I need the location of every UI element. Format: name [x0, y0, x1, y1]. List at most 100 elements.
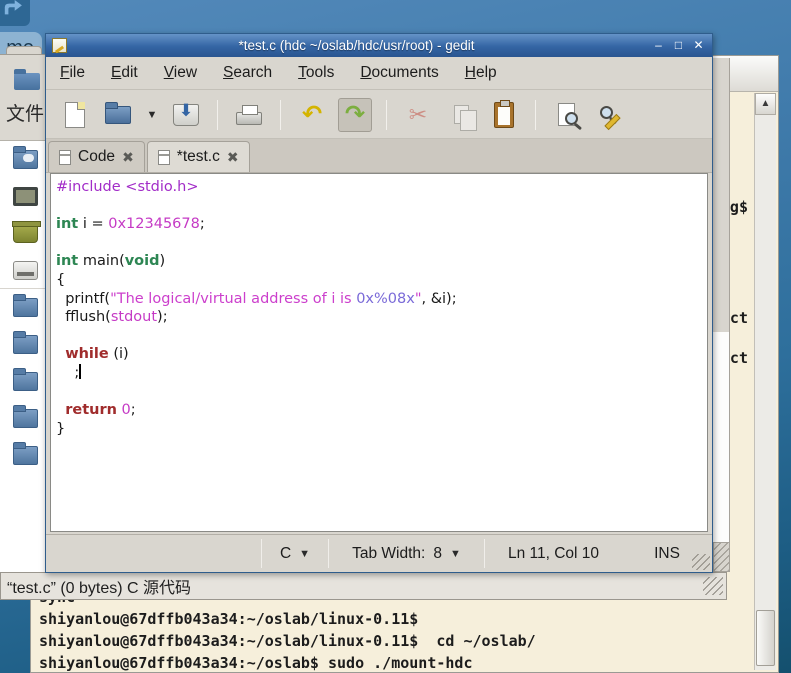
menu-help[interactable]: Help — [465, 64, 497, 82]
find-replace-button[interactable] — [593, 98, 627, 132]
terminal-line: shiyanlou@67dffb043a34:~/oslab/linux-0.1… — [39, 608, 752, 630]
code-line: fflush(stdout); — [56, 308, 707, 327]
code-line: ; — [56, 364, 707, 383]
close-button[interactable]: ✕ — [691, 34, 706, 57]
find-button[interactable] — [550, 98, 584, 132]
folder-icon — [13, 446, 38, 465]
menu-search[interactable]: Search — [223, 64, 272, 82]
file-manager-file-menu[interactable]: 文件 — [6, 99, 44, 126]
tab-label: *test.c — [177, 148, 220, 166]
cut-button[interactable]: ✂ — [401, 98, 435, 132]
folder-icon — [13, 372, 38, 391]
copy-button[interactable] — [444, 98, 478, 132]
new-document-icon — [65, 102, 85, 128]
sidebar-item[interactable]: 文 — [0, 252, 45, 289]
code-line — [56, 197, 707, 216]
code-line: printf("The logical/virtual address of i… — [56, 290, 707, 309]
menu-file[interactable]: File — [60, 64, 85, 82]
file-manager-window-edge — [713, 58, 730, 572]
gedit-statusbar: C ▼ Tab Width: 8 ▼ Ln 11, Col 10 INS — [46, 534, 712, 572]
sidebar-item[interactable]: D — [0, 326, 45, 363]
tab-label: Code — [78, 148, 115, 166]
folder-icon — [14, 73, 40, 90]
folder-icon — [13, 298, 38, 317]
gedit-titlebar[interactable]: *test.c (hdc ~/oslab/hdc/usr/root) - ged… — [46, 34, 712, 57]
language-value: C — [280, 545, 291, 563]
new-document-button[interactable] — [58, 98, 92, 132]
code-line: return 0; — [56, 401, 707, 420]
menu-edit[interactable]: Edit — [111, 64, 138, 82]
open-dropdown-button[interactable]: ▼ — [144, 98, 160, 132]
terminal-scrollbar-thumb[interactable] — [756, 610, 775, 666]
terminal-scrollbar[interactable]: ▲ — [754, 93, 776, 670]
sidebar-item[interactable]: P — [0, 400, 45, 437]
gedit-toolbar: ▼ ↶ ↷ ✂ — [46, 91, 712, 139]
language-dropdown[interactable]: C ▼ — [262, 535, 328, 572]
gedit-app-icon — [52, 38, 67, 53]
resize-grip-icon — [713, 542, 730, 572]
resize-grip-icon[interactable] — [692, 554, 710, 570]
folder-icon — [13, 335, 38, 354]
disk-icon — [13, 261, 38, 280]
desktop-icon — [13, 187, 38, 206]
code-line: int main(void) — [56, 252, 707, 271]
minimize-button[interactable]: – — [651, 34, 666, 57]
sidebar-item[interactable]: D — [0, 178, 45, 215]
toolbar-separator — [217, 100, 218, 130]
search-icon — [600, 106, 613, 119]
code-line: } — [56, 420, 707, 439]
maximize-button[interactable]: □ — [671, 34, 686, 57]
chevron-down-icon: ▼ — [450, 548, 461, 560]
gedit-tabbar: Code ✖ *test.c ✖ — [46, 139, 712, 173]
cut-icon: ✂ — [409, 104, 427, 126]
scroll-up-arrow-icon[interactable]: ▲ — [755, 93, 776, 115]
open-folder-icon — [105, 106, 131, 124]
sidebar-item[interactable]: s — [0, 141, 45, 178]
save-icon — [173, 104, 199, 126]
code-editor[interactable]: #include <stdio.h> int i = 0x12345678; i… — [50, 173, 708, 532]
sidebar-item[interactable]: T — [0, 215, 45, 252]
close-tab-icon[interactable]: ✖ — [227, 149, 239, 166]
print-icon — [236, 112, 262, 125]
menu-documents[interactable]: Documents — [360, 64, 438, 82]
toolbar-separator — [386, 100, 387, 130]
paste-button[interactable] — [487, 98, 521, 132]
save-button[interactable] — [169, 98, 203, 132]
desktop-background: me – □ ✕ \.ng$ trict trict syncshiyanlou… — [0, 0, 791, 673]
close-tab-icon[interactable]: ✖ — [122, 149, 134, 166]
paste-icon — [494, 102, 514, 128]
tab-width-dropdown[interactable]: Tab Width: 8 ▼ — [329, 535, 484, 572]
tab-width-value: 8 — [433, 545, 442, 563]
redo-button[interactable]: ↷ — [338, 98, 372, 132]
code-line: int i = 0x12345678; — [56, 215, 707, 234]
tab-code[interactable]: Code ✖ — [48, 141, 145, 172]
open-button[interactable] — [101, 98, 135, 132]
sidebar-item[interactable]: V — [0, 437, 45, 474]
document-icon — [158, 150, 170, 165]
sidebar-item[interactable]: D — [0, 289, 45, 326]
code-line: while (i) — [56, 345, 707, 364]
code-line: #include <stdio.h> — [56, 178, 707, 197]
undo-button[interactable]: ↶ — [295, 98, 329, 132]
tab-test.c[interactable]: *test.c ✖ — [147, 141, 250, 172]
folder-icon — [13, 409, 38, 428]
terminal-output[interactable]: syncshiyanlou@67dffb043a34:~/oslab/linux… — [39, 594, 752, 672]
redo-icon: ↷ — [345, 103, 365, 127]
menu-tools[interactable]: Tools — [298, 64, 334, 82]
resize-grip-icon[interactable] — [703, 577, 723, 595]
file-manager-menubar: 文件 — [0, 54, 46, 140]
code-line — [56, 234, 707, 253]
sidebar-item[interactable]: M — [0, 363, 45, 400]
gedit-menubar: File Edit View Search Tools Documents He… — [46, 57, 712, 90]
search-icon — [565, 112, 578, 125]
code-line: { — [56, 271, 707, 290]
code-line — [56, 327, 707, 346]
back-arrow-icon[interactable] — [0, 0, 30, 26]
undo-icon: ↶ — [302, 103, 322, 127]
file-manager-status-text: “test.c” (0 bytes) C 源代码 — [7, 574, 191, 598]
file-manager-sidebar[interactable]: sDT文DDMPV — [0, 140, 46, 572]
menu-view[interactable]: View — [164, 64, 197, 82]
text-cursor — [79, 364, 81, 379]
terminal-line: shiyanlou@67dffb043a34:~/oslab/linux-0.1… — [39, 630, 752, 652]
print-button[interactable] — [232, 98, 266, 132]
